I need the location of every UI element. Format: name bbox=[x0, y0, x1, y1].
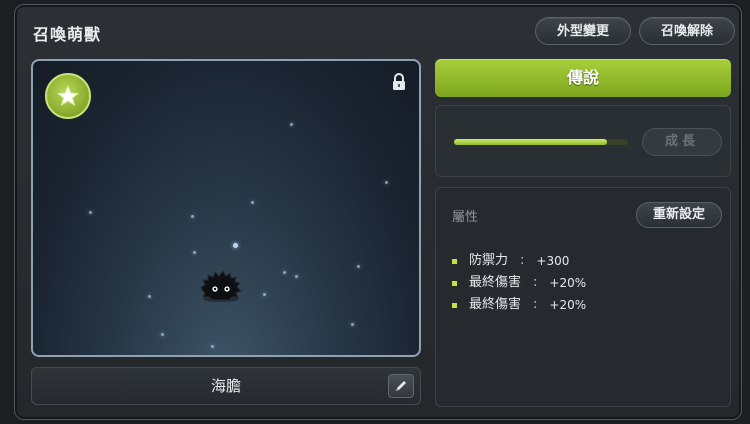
pet-name: 海膽 bbox=[210, 377, 241, 395]
rank-legendary-bar: 傳說 bbox=[435, 59, 731, 97]
stat-separator: : bbox=[520, 253, 525, 268]
stat-value: +20% bbox=[549, 276, 587, 290]
stat-label: 防禦力 bbox=[469, 253, 509, 268]
stat-separator: : bbox=[533, 297, 538, 312]
stat-separator: : bbox=[533, 275, 538, 290]
window-title: 召喚萌獸 bbox=[33, 25, 102, 44]
edit-name-button[interactable] bbox=[388, 374, 414, 398]
pencil-icon bbox=[396, 381, 406, 391]
attributes-title: 屬性 bbox=[452, 210, 479, 225]
pet-name-bar: 海膽 bbox=[31, 367, 421, 405]
stat-value: +300 bbox=[536, 254, 570, 268]
sea-urchin-pet-sprite bbox=[200, 270, 242, 302]
growth-button[interactable]: 成長 bbox=[642, 128, 722, 156]
pet-preview-panel bbox=[31, 59, 421, 357]
bullet-icon bbox=[452, 258, 457, 264]
stat-list: 防禦力 : +300 最終傷害 : +20% 最終傷害 : +20% bbox=[452, 250, 586, 316]
star-icon bbox=[56, 84, 80, 107]
lock-icon[interactable] bbox=[391, 73, 407, 91]
stat-row-final-damage: 最終傷害 : +20% bbox=[452, 272, 586, 294]
stat-label: 最終傷害 bbox=[469, 275, 522, 290]
growth-progress-bar bbox=[454, 139, 628, 145]
attributes-panel: 屬性 重新設定 防禦力 : +300 最終傷害 : +20% 最終傷害 : +2… bbox=[435, 187, 731, 407]
stat-row-defense: 防禦力 : +300 bbox=[452, 250, 586, 272]
stat-label: 最終傷害 bbox=[469, 297, 522, 312]
summon-pet-window: 召喚萌獸 外型變更 召喚解除 海膽 傳說 成長 屬性 重新設定 防禦力: +3… bbox=[14, 4, 742, 420]
stat-value: +20% bbox=[549, 298, 587, 312]
bullet-icon bbox=[452, 280, 457, 286]
release-summon-button[interactable]: 召喚解除 bbox=[639, 17, 735, 45]
growth-progress-fill bbox=[454, 139, 608, 145]
bullet-icon bbox=[452, 302, 457, 308]
growth-panel: 成長 bbox=[435, 105, 731, 177]
stat-row-final-damage: 最終傷害 : +20% bbox=[452, 294, 586, 316]
reset-attributes-button[interactable]: 重新設定 bbox=[636, 202, 722, 228]
change-appearance-button[interactable]: 外型變更 bbox=[535, 17, 631, 45]
rank-star-badge bbox=[45, 73, 91, 119]
